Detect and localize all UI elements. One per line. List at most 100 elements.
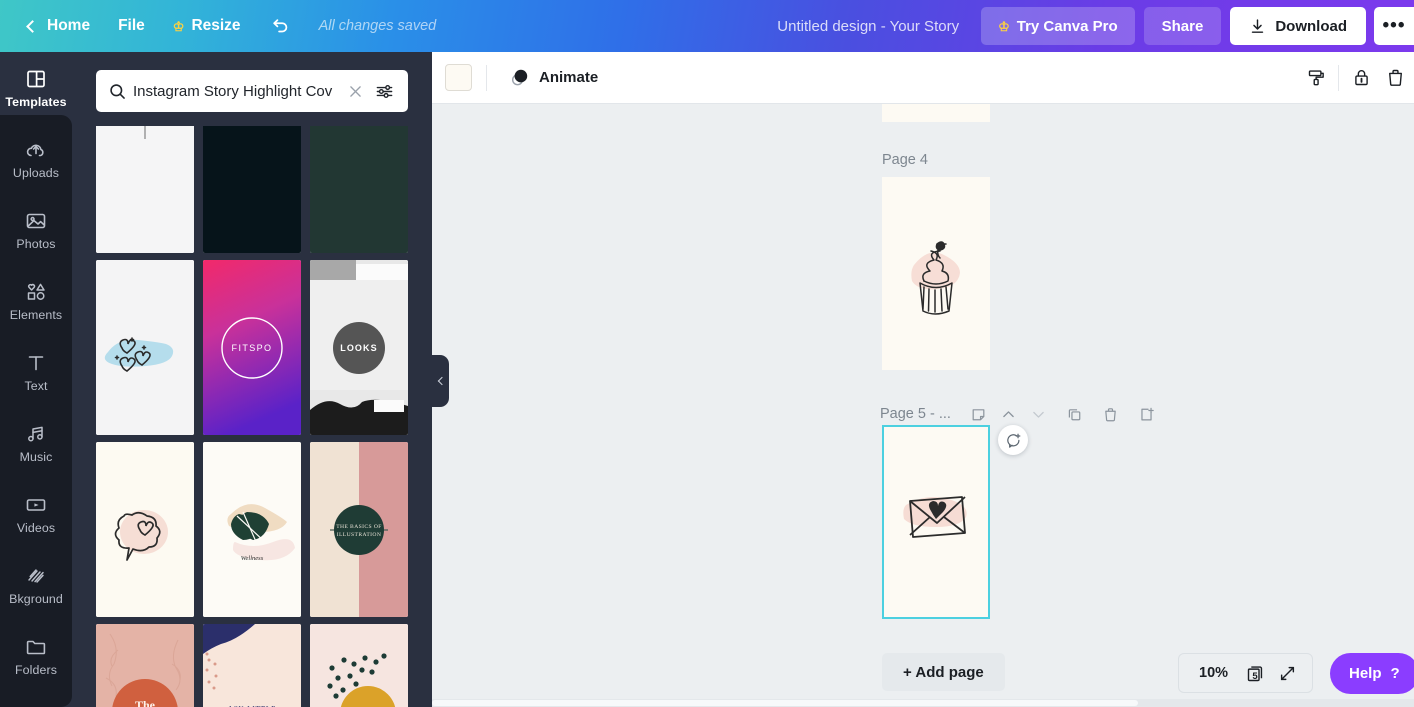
help-question-icon: ?	[1390, 665, 1400, 682]
templates-grid: FITSPO LOOKS Wellness THE BASICS OF ILLU…	[96, 78, 412, 707]
sidebar-item-elements[interactable]: Elements	[0, 265, 72, 336]
canvas-pages-area[interactable]: Page 4 Page 5 - ...	[432, 104, 1414, 707]
save-status: All changes saved	[318, 18, 437, 34]
looks-paper-template: LOOKS	[310, 260, 408, 435]
move-page-down-button[interactable]	[1024, 399, 1054, 429]
animate-button[interactable]: Animate	[501, 61, 606, 95]
svg-text:THE BASICS OF: THE BASICS OF	[336, 524, 382, 530]
sidebar-item-label: Bkground	[9, 591, 63, 606]
page-manager-button[interactable]: 5	[1239, 657, 1271, 689]
folder-icon	[26, 640, 46, 654]
wellness-label: Wellness	[241, 555, 264, 562]
zoom-level[interactable]: 10%	[1188, 665, 1239, 681]
template-card-monstera-leaf[interactable]: Wellness	[203, 442, 301, 617]
toolbar-divider-2	[1338, 64, 1339, 91]
sidebar-item-text[interactable]: Text	[0, 336, 72, 407]
template-card-the-kids[interactable]: The Kids	[96, 624, 194, 707]
collapse-panel-button[interactable]	[432, 355, 449, 407]
sidebar-item-label: Text	[24, 378, 48, 393]
duplicate-page-button[interactable]	[1060, 399, 1090, 429]
download-arrow-icon	[1252, 18, 1264, 33]
try-canva-pro-button[interactable]: ♔ Try Canva Pro	[981, 7, 1135, 45]
sidebar-item-label: Photos	[16, 236, 56, 251]
template-card-ask-little-ms-mom[interactable]: ASK LITTLE MS. MOM	[203, 624, 301, 707]
sidebar-item-label: Folders	[14, 662, 58, 677]
hatch-pattern-icon	[28, 568, 44, 583]
sidebar-item-photos[interactable]: Photos	[0, 194, 72, 265]
toolbar-divider	[486, 64, 487, 91]
add-page-after-button[interactable]	[1132, 399, 1162, 429]
looks-label: LOOKS	[340, 343, 378, 353]
download-button[interactable]: Download	[1230, 7, 1366, 45]
add-page-button[interactable]: + Add page	[882, 653, 1005, 691]
sidebar-item-videos[interactable]: Videos	[0, 478, 72, 549]
template-card-blue-hearts-sketch[interactable]	[96, 260, 194, 435]
sidebar-item-label: Elements	[9, 307, 63, 322]
paint-roller-icon	[1308, 70, 1324, 86]
music-note-icon	[28, 426, 43, 441]
template-card-coat-of-the-day[interactable]: COAT OF THE DAY	[310, 624, 408, 707]
duplicate-icon	[1069, 408, 1081, 420]
undo-button[interactable]	[255, 8, 305, 44]
add-page-icon	[1141, 407, 1155, 420]
zoom-controls-group: 10% 5	[1178, 653, 1314, 693]
templates-grid-icon	[27, 70, 45, 87]
templates-panel: FITSPO LOOKS Wellness THE BASICS OF ILLU…	[72, 52, 432, 707]
sidebar-item-label: Videos	[16, 520, 56, 535]
basics-illustration-template: THE BASICS OF ILLUSTRATION	[310, 442, 408, 617]
page-color-swatch[interactable]	[445, 64, 472, 91]
fitspo-label: FITSPO	[232, 343, 273, 353]
clear-search-button[interactable]	[342, 78, 368, 104]
trash-icon	[1105, 407, 1117, 421]
home-button[interactable]: Home	[14, 8, 104, 44]
home-label: Home	[47, 17, 91, 34]
sidebar-item-background[interactable]: Bkground	[0, 549, 72, 620]
help-button[interactable]: Help ?	[1330, 653, 1414, 694]
editor-toolbar: Animate	[432, 52, 1414, 104]
page-4-thumbnail[interactable]	[882, 177, 990, 370]
resize-label: Resize	[191, 17, 241, 34]
delete-page-button[interactable]	[1096, 399, 1126, 429]
sidebar-item-templates[interactable]: Templates	[0, 52, 72, 123]
scrollbar-thumb[interactable]	[432, 700, 1138, 706]
envelope-heart-doodle	[884, 427, 988, 617]
sidebar-item-label: Templates	[5, 94, 67, 109]
page-3-thumbnail[interactable]	[882, 104, 990, 122]
template-card-fitspo[interactable]: FITSPO	[203, 260, 301, 435]
horizontal-scrollbar[interactable]	[432, 699, 1414, 707]
template-card-heart-cloud[interactable]	[96, 442, 194, 617]
left-sidebar-rail: Templates Uploads Photos Elements Text M…	[0, 52, 72, 707]
copy-style-button[interactable]	[1299, 61, 1333, 95]
resize-button[interactable]: ♔ Resize	[159, 8, 255, 44]
fitspo-gradient-template: FITSPO	[203, 260, 301, 435]
page-5-thumbnail[interactable]	[882, 425, 990, 619]
add-page-label: + Add page	[903, 663, 984, 681]
coat-of-the-day-template: COAT OF THE DAY	[310, 624, 408, 707]
template-card-basics-illustration[interactable]: THE BASICS OF ILLUSTRATION	[310, 442, 408, 617]
ask-little-ms-mom-template: ASK LITTLE MS. MOM	[203, 624, 301, 707]
search-input[interactable]	[133, 82, 342, 100]
document-title[interactable]: Untitled design - Your Story	[763, 9, 973, 43]
delete-button[interactable]	[1378, 61, 1412, 95]
share-button[interactable]: Share	[1143, 7, 1222, 45]
sidebar-item-uploads[interactable]: Uploads	[0, 123, 72, 194]
lock-button[interactable]	[1344, 61, 1378, 95]
monstera-leaf-template: Wellness	[203, 442, 301, 617]
lock-icon	[1354, 70, 1368, 86]
blue-hearts-sketch-template	[96, 260, 194, 435]
cloud-upload-icon	[26, 144, 44, 156]
sidebar-item-folders[interactable]: Folders	[0, 620, 72, 691]
shapes-icon	[27, 283, 45, 300]
fullscreen-button[interactable]	[1271, 657, 1303, 689]
download-label: Download	[1275, 17, 1347, 35]
template-card-looks[interactable]: LOOKS	[310, 260, 408, 435]
crown-icon: ♔	[172, 18, 185, 34]
more-options-button[interactable]: •••	[1374, 7, 1414, 45]
file-menu-button[interactable]: File	[104, 8, 159, 44]
image-photo-icon	[26, 213, 46, 228]
file-label: File	[118, 17, 145, 34]
add-comment-button[interactable]	[998, 425, 1028, 455]
top-bar: Home File ♔ Resize All changes saved Unt…	[0, 0, 1414, 52]
sidebar-item-music[interactable]: Music	[0, 407, 72, 478]
filter-button[interactable]	[370, 77, 398, 105]
